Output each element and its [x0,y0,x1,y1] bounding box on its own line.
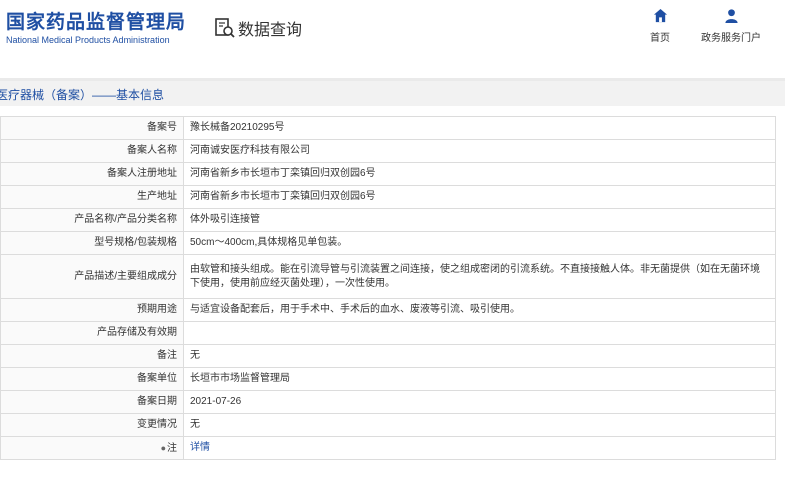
row-label: 变更情况 [0,413,184,437]
row-value: 由软管和接头组成。能在引流导管与引流装置之间连接，使之组成密闭的引流系统。不直接… [183,254,776,299]
pin-icon: ● [160,442,166,453]
row-value: 与适宜设备配套后，用于手术中、手术后的血水、废液等引流、吸引使用。 [183,298,776,322]
table-row: 备案单位 长垣市市场监督管理局 [0,367,776,391]
basic-info-table: 备案号 豫长械备20210295号 备案人名称 河南诚安医疗科技有限公司 备案人… [0,116,776,460]
row-label: 备注 [0,344,184,368]
row-label-note: ●注 [0,436,184,460]
row-value: 无 [183,344,776,368]
data-query-area[interactable]: 数据查询 [214,16,302,40]
table-row: 产品存储及有效期 [0,321,776,345]
row-label: 备案单位 [0,367,184,391]
home-icon [653,8,667,23]
breadcrumb: 医疗器械（备案）——基本信息 [0,88,165,102]
row-label: 产品描述/主要组成成分 [0,254,184,299]
note-label-text: 注 [167,442,177,454]
table-row: 产品名称/产品分类名称 体外吸引连接管 [0,208,776,232]
table-row: 备案号 豫长械备20210295号 [0,116,776,140]
details-link[interactable]: 详情 [190,442,210,453]
data-query-icon [215,18,235,38]
row-value: 河南省新乡市长垣市丁栾镇回归双创园6号 [183,185,776,209]
nav-home-label: 首页 [650,33,670,44]
row-value: 50cm～400cm,具体规格见单包装。 [183,231,776,255]
row-label: 生产地址 [0,185,184,209]
site-logo-cn[interactable]: 国家药品监督管理局 [6,7,186,34]
row-value: 详情 [183,436,776,460]
row-value: 河南诚安医疗科技有限公司 [183,139,776,163]
row-value [183,321,776,345]
table-row: 预期用途 与适宜设备配套后，用于手术中、手术后的血水、废液等引流、吸引使用。 [0,298,776,322]
row-label: 备案日期 [0,390,184,414]
row-value: 体外吸引连接管 [183,208,776,232]
row-label: 预期用途 [0,298,184,322]
table-row: ●注 详情 [0,436,776,460]
data-query-title: 数据查询 [238,22,303,39]
user-icon [724,9,738,23]
table-row: 备案人名称 河南诚安医疗科技有限公司 [0,139,776,163]
table-row: 备案人注册地址 河南省新乡市长垣市丁栾镇回归双创园6号 [0,162,776,186]
row-label: 备案号 [0,116,184,140]
table-row: 生产地址 河南省新乡市长垣市丁栾镇回归双创园6号 [0,185,776,209]
table-row: 备注 无 [0,344,776,368]
row-label: 产品名称/产品分类名称 [0,208,184,232]
row-label: 备案人名称 [0,139,184,163]
info-table-wrap: 备案号 豫长械备20210295号 备案人名称 河南诚安医疗科技有限公司 备案人… [0,116,776,460]
row-value: 豫长械备20210295号 [183,116,776,140]
nav-home[interactable]: 首页 [645,8,675,44]
table-row: 产品描述/主要组成成分 由软管和接头组成。能在引流导管与引流装置之间连接，使之组… [0,254,776,299]
table-row: 型号规格/包装规格 50cm～400cm,具体规格见单包装。 [0,231,776,255]
row-label: 型号规格/包装规格 [0,231,184,255]
row-value: 河南省新乡市长垣市丁栾镇回归双创园6号 [183,162,776,186]
row-value: 无 [183,413,776,437]
site-header: 国家药品监督管理局 National Medical Products Admi… [0,0,785,70]
row-value: 长垣市市场监督管理局 [183,367,776,391]
nav-service-portal-label: 政务服务门户 [701,33,761,44]
site-logo-en[interactable]: National Medical Products Administration [6,35,170,45]
page-title-bar: 医疗器械（备案）——基本信息 [0,78,785,106]
table-row: 备案日期 2021-07-26 [0,390,776,414]
row-label: 备案人注册地址 [0,162,184,186]
row-label: 产品存储及有效期 [0,321,184,345]
nav-service-portal[interactable]: 政务服务门户 [698,8,764,44]
table-row: 变更情况 无 [0,413,776,437]
row-value: 2021-07-26 [183,390,776,414]
